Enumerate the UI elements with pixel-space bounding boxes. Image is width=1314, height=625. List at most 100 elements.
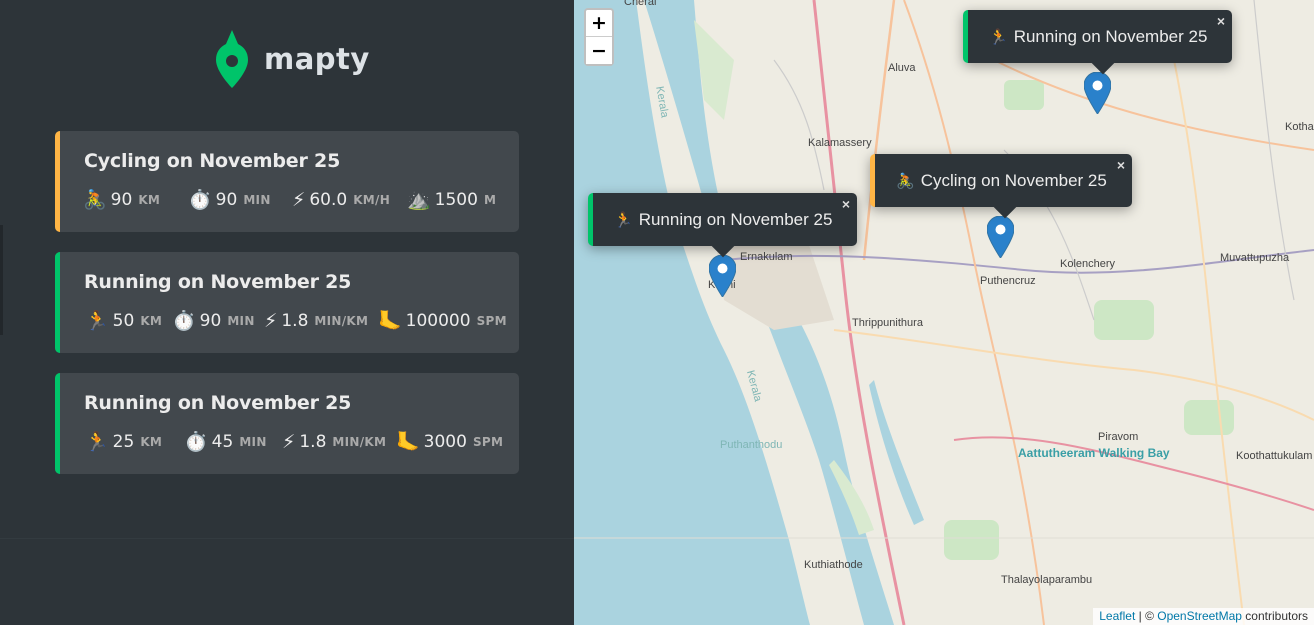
popup-label: Running on November 25	[1013, 26, 1208, 46]
workout-duration: ⏱️ 45 min	[184, 432, 267, 452]
workout-elevation: ⛰️ 1500 m	[407, 190, 496, 210]
sidebar-divider	[0, 538, 574, 539]
cadence-unit: spm	[476, 314, 507, 328]
workout-duration: ⏱️ 90 min	[188, 190, 271, 210]
duration-value: 90	[199, 311, 222, 331]
lightning-icon: ⚡	[282, 430, 296, 453]
workout-cadence: 🦶 3000 spm	[396, 432, 503, 452]
running-icon: 🏃	[85, 309, 109, 332]
workout-pace: ⚡ 1.8 min/km	[264, 311, 368, 331]
leaflet-link[interactable]: Leaflet	[1099, 609, 1135, 623]
sidebar: mapty Cycling on November 25 🚴 90 km ⏱️ …	[0, 0, 574, 625]
zoom-out-button[interactable]: −	[586, 37, 612, 64]
distance-unit: km	[138, 193, 161, 207]
map-label: Kuthiathode	[804, 559, 863, 571]
workout-cadence: 🦶 100000 spm	[378, 311, 507, 331]
elevation-unit: m	[483, 193, 497, 207]
logo: mapty	[216, 30, 370, 88]
duration-unit: min	[227, 314, 255, 328]
speed-value: 60.0	[309, 190, 348, 210]
map-marker-icon[interactable]	[1084, 72, 1111, 114]
duration-unit: min	[239, 435, 267, 449]
stopwatch-icon: ⏱️	[184, 430, 208, 453]
lightning-icon: ⚡	[292, 188, 306, 211]
close-icon[interactable]: ×	[1217, 13, 1225, 29]
map-label: Kalamassery	[808, 137, 872, 149]
workout-title: Running on November 25	[84, 392, 352, 414]
popup-label: Cycling on November 25	[920, 170, 1107, 190]
duration-unit: min	[243, 193, 271, 207]
workout-popup[interactable]: 🏃 Running on November 25 ×	[963, 10, 1232, 75]
elevation-value: 1500	[434, 190, 478, 210]
cycling-icon: 🚴	[896, 172, 915, 190]
lightning-icon: ⚡	[264, 309, 278, 332]
foot-icon: 🦶	[396, 430, 420, 453]
running-icon: 🏃	[614, 211, 633, 229]
logo-pin-icon	[216, 30, 248, 88]
map-label: Kotha	[1285, 121, 1314, 133]
distance-unit: km	[140, 314, 163, 328]
workout-title: Running on November 25	[84, 271, 352, 293]
running-icon: 🏃	[85, 430, 109, 453]
workout-distance: 🏃 25 km	[85, 432, 162, 452]
workout-popup[interactable]: 🚴 Cycling on November 25 ×	[870, 154, 1132, 219]
cycling-icon: 🚴	[83, 188, 107, 211]
map-label: Muvattupuzha	[1220, 252, 1290, 264]
map-label: Koothattukulam	[1236, 450, 1313, 462]
distance-value: 90	[110, 190, 133, 210]
map[interactable]: Cherai Aluva Kalamassery Ernakulam Kochi…	[574, 0, 1314, 625]
map-tiles	[574, 0, 1314, 625]
map-marker-icon[interactable]	[987, 216, 1014, 258]
map-label: Aattutheeram Walking Bay	[1018, 446, 1170, 460]
running-icon: 🏃	[989, 28, 1008, 46]
map-label: Thalayolaparambu	[1001, 574, 1093, 586]
workout-pace: ⚡ 1.8 min/km	[282, 432, 386, 452]
workout-title: Cycling on November 25	[84, 150, 341, 172]
cadence-value: 3000	[423, 432, 467, 452]
distance-value: 25	[112, 432, 135, 452]
attribution-separator: | ©	[1135, 609, 1158, 623]
stopwatch-icon: ⏱️	[172, 309, 196, 332]
zoom-control: + −	[584, 8, 614, 66]
osm-link[interactable]: OpenStreetMap	[1157, 609, 1242, 623]
map-marker-icon[interactable]	[709, 255, 736, 297]
pace-value: 1.8	[281, 311, 309, 331]
map-label: Ernakulam	[740, 251, 793, 263]
cadence-value: 100000	[405, 311, 471, 331]
pace-unit: min/km	[314, 314, 369, 328]
workout-card-running[interactable]: Running on November 25 🏃 25 km ⏱️ 45 min…	[55, 373, 519, 474]
mountain-icon: ⛰️	[407, 188, 431, 211]
zoom-in-button[interactable]: +	[586, 10, 612, 37]
cadence-unit: spm	[472, 435, 504, 449]
workout-card-cycling[interactable]: Cycling on November 25 🚴 90 km ⏱️ 90 min…	[55, 131, 519, 232]
speed-unit: km/h	[353, 193, 391, 207]
attribution-contributors: contributors	[1241, 609, 1308, 623]
map-label: Cherai	[624, 0, 657, 8]
duration-value: 90	[215, 190, 238, 210]
map-label: Aluva	[888, 62, 916, 74]
map-label: Puthencruz	[980, 275, 1036, 287]
sidebar-edge	[0, 225, 3, 335]
popup-label: Running on November 25	[638, 209, 833, 229]
workout-card-running[interactable]: Running on November 25 🏃 50 km ⏱️ 90 min…	[55, 252, 519, 353]
map-label: Kolenchery	[1060, 258, 1116, 270]
distance-unit: km	[140, 435, 163, 449]
pace-unit: min/km	[332, 435, 387, 449]
workout-popup[interactable]: 🏃 Running on November 25 ×	[588, 193, 857, 258]
workout-distance: 🏃 50 km	[85, 311, 162, 331]
foot-icon: 🦶	[378, 309, 402, 332]
close-icon[interactable]: ×	[842, 196, 850, 212]
logo-text: mapty	[264, 42, 370, 76]
close-icon[interactable]: ×	[1117, 157, 1125, 173]
workout-duration: ⏱️ 90 min	[172, 311, 255, 331]
map-attribution: Leaflet | © OpenStreetMap contributors	[1093, 608, 1314, 625]
stopwatch-icon: ⏱️	[188, 188, 212, 211]
workout-speed: ⚡ 60.0 km/h	[292, 190, 390, 210]
distance-value: 50	[112, 311, 135, 331]
map-label: Piravom	[1098, 431, 1139, 443]
workout-distance: 🚴 90 km	[83, 190, 160, 210]
pace-value: 1.8	[299, 432, 327, 452]
duration-value: 45	[211, 432, 234, 452]
map-label: Puthanthodu	[720, 439, 783, 451]
map-label: Thrippunithura	[852, 317, 923, 329]
